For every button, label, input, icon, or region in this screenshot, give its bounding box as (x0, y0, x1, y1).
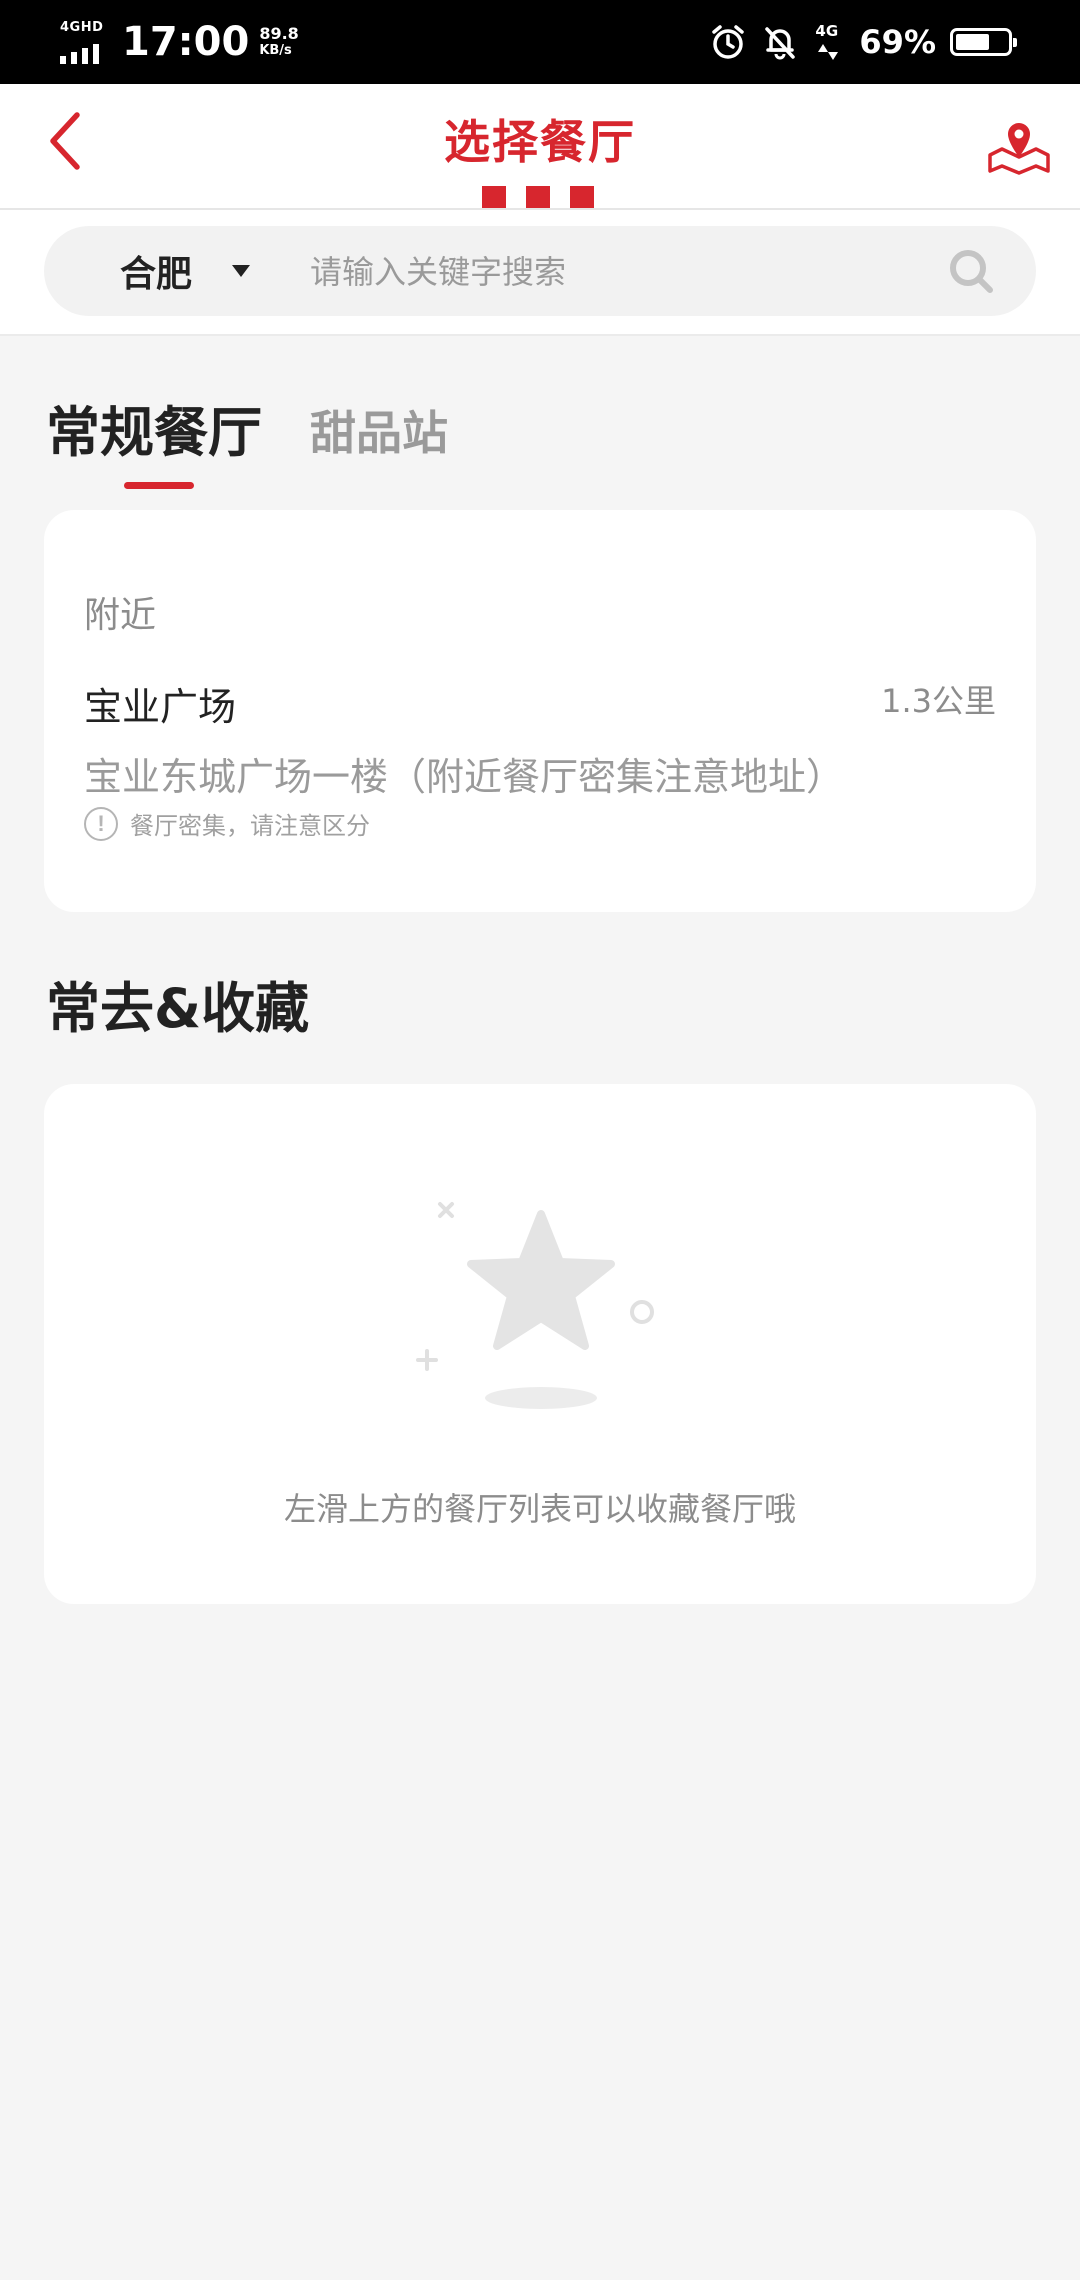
data-arrows-icon: 4G (813, 22, 845, 62)
battery-fill (956, 34, 989, 50)
caret-down-icon (232, 265, 251, 277)
restaurant-name: 宝业广场 (84, 685, 237, 729)
status-bar: 4GHD 17:00 89.8 KB/s 4G 69% (0, 0, 1080, 84)
search-bar: 合肥 (44, 226, 1036, 316)
nearby-card: 附近 宝业广场 1.3公里 宝业东城广场一楼（附近餐厅密集注意地址） ! 餐厅密… (44, 510, 1036, 912)
network-speed-value: 89.8 (259, 24, 299, 43)
city-select[interactable]: 合肥 (120, 226, 251, 316)
search-icon[interactable] (946, 246, 996, 296)
tab-label: 常规餐厅 (46, 401, 262, 464)
restaurant-distance: 1.3公里 (881, 682, 996, 720)
status-bar-left: 4GHD 17:00 89.8 KB/s (58, 14, 299, 70)
signal-icon: 4GHD (58, 14, 108, 70)
network-type: 4GHD (60, 20, 104, 35)
exclamation-circle-icon: ! (84, 806, 118, 841)
search-area: 合肥 (0, 210, 1080, 336)
city-name: 合肥 (120, 254, 193, 295)
page-title: 选择餐厅 (444, 115, 636, 169)
warning-row: ! 餐厅密集，请注意区分 (84, 806, 370, 841)
warning-text: 餐厅密集，请注意区分 (130, 812, 370, 840)
map-pin-icon (988, 123, 1050, 175)
tab-label: 甜品站 (310, 406, 448, 460)
network-speed: 89.8 KB/s (259, 25, 298, 59)
restaurant-address: 宝业东城广场一楼（附近餐厅密集注意地址） (84, 755, 845, 799)
star-icon (416, 1202, 654, 1409)
favorites-heading: 常去&收藏 (46, 977, 310, 1040)
active-tab-indicator (124, 482, 194, 489)
brand-stripes (482, 186, 594, 208)
battery-percent: 69% (859, 23, 936, 61)
restaurant-tabs: 常规餐厅 甜品站 (46, 388, 448, 489)
map-button[interactable] (984, 112, 1054, 182)
tab-regular-restaurant[interactable]: 常规餐厅 (46, 388, 262, 489)
alarm-icon (712, 25, 745, 59)
header: 选择餐厅 (0, 84, 1080, 210)
bell-muted-icon (765, 27, 796, 60)
status-bar-right: 4G 69% (709, 14, 1017, 70)
battery-icon (950, 28, 1017, 56)
network-speed-unit: KB/s (259, 43, 292, 58)
mobile-data-label: 4G (815, 22, 839, 40)
search-input[interactable] (308, 241, 952, 303)
favorites-card: 左滑上方的餐厅列表可以收藏餐厅哦 (44, 1084, 1036, 1604)
restaurant-item[interactable]: 宝业广场 1.3公里 宝业东城广场一楼（附近餐厅密集注意地址） ! 餐厅密集，请… (44, 650, 1036, 880)
empty-favorites-text: 左滑上方的餐厅列表可以收藏餐厅哦 (283, 1490, 796, 1528)
nearby-label: 附近 (84, 595, 157, 636)
tab-dessert-station[interactable]: 甜品站 (310, 397, 448, 467)
status-time: 17:00 (122, 19, 250, 65)
